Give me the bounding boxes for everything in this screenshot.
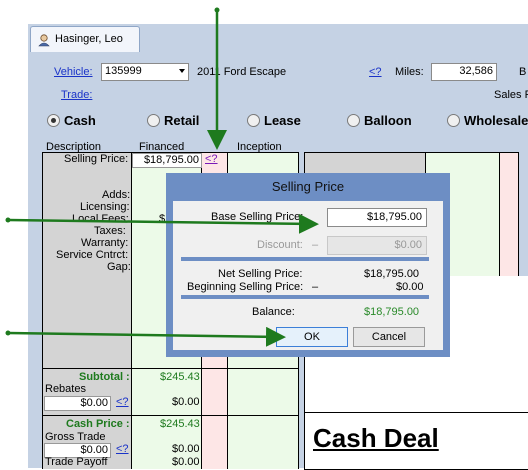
rebates-input[interactable]: $0.00 (44, 396, 111, 411)
vehicle-link[interactable]: Vehicle: (54, 66, 93, 78)
radio-retail[interactable] (147, 114, 160, 127)
rebates-help-link[interactable]: <? (116, 396, 129, 408)
gross-trade-label: Gross Trade (45, 431, 106, 443)
base-selling-price-input[interactable]: $18,795.00 (327, 208, 427, 227)
sales-label: Sales F (494, 89, 528, 101)
dialog-title: Selling Price (271, 179, 345, 194)
selling-price-value: $18,795.00 (143, 154, 199, 166)
taxes-label: Taxes: (94, 225, 126, 237)
radio-retail-label[interactable]: Retail (164, 113, 199, 128)
trade-payoff-label: Trade Payoff (45, 456, 108, 468)
balance-value: $18,795.00 (364, 306, 420, 318)
radio-cash[interactable] (47, 114, 60, 127)
subtotal-value: $245.43 (160, 371, 200, 383)
radio-lease[interactable] (247, 114, 260, 127)
trade-payoff-value: $0.00 (172, 456, 200, 468)
gross-trade-help-link[interactable]: <? (116, 443, 129, 455)
selling-price-dialog: Selling Price Base Selling Price: $18,79… (166, 173, 450, 357)
gross-trade-input-value: $0.00 (80, 444, 108, 456)
miles-label: Miles: (395, 66, 424, 78)
person-icon (38, 34, 50, 47)
cancel-button[interactable]: Cancel (353, 327, 425, 347)
b-label: B (519, 66, 527, 78)
stock-number-select[interactable]: 135999 (101, 63, 189, 81)
selling-price-field[interactable]: $18,795.00 (132, 153, 202, 168)
ok-button[interactable]: OK (276, 327, 348, 347)
dialog-separator-top (181, 257, 429, 261)
miles-input[interactable]: 32,586 (431, 63, 497, 81)
dialog-separator-bottom (181, 295, 429, 299)
chevron-down-icon (179, 69, 185, 73)
discount-value: $0.00 (394, 239, 422, 251)
subtotal-label: Subtotal : (79, 371, 130, 383)
rebates-input-value: $0.00 (80, 397, 108, 409)
warranty-label: Warranty: (81, 237, 129, 249)
beginning-selling-price-label: Beginning Selling Price: (187, 281, 304, 293)
cash-deal-title: Cash Deal (313, 423, 439, 453)
vehicle-help-link[interactable]: <? (369, 66, 382, 78)
cash-price-label: Cash Price : (66, 418, 130, 430)
base-selling-price-value: $18,795.00 (366, 211, 422, 223)
radio-wholesale-label[interactable]: Wholesale (464, 113, 528, 128)
selling-price-help-link[interactable]: <? (205, 153, 218, 165)
radio-cash-label[interactable]: Cash (64, 113, 96, 128)
cash-price-value: $245.43 (160, 418, 200, 430)
selling-price-label: Selling Price: (64, 153, 129, 165)
gap-label: Gap: (107, 261, 131, 273)
tab-label: Hasinger, Leo (55, 33, 123, 45)
radio-balloon-label[interactable]: Balloon (364, 113, 412, 128)
adds-label: Adds: (102, 189, 131, 201)
radio-balloon[interactable] (347, 114, 360, 127)
gross-trade-value: $0.00 (172, 443, 200, 455)
discount-label: Discount: (257, 239, 303, 251)
discount-dash: – (312, 239, 319, 251)
balance-label: Balance: (252, 306, 295, 318)
radio-wholesale[interactable] (447, 114, 460, 127)
stock-number-value: 135999 (105, 65, 142, 77)
net-selling-price-value: $18,795.00 (364, 268, 420, 280)
local-fees-label: Local Fees: (72, 213, 129, 225)
licensing-label: Licensing: (80, 201, 130, 213)
tab-customer[interactable]: Hasinger, Leo (30, 26, 140, 53)
trade-link[interactable]: Trade: (61, 89, 92, 101)
base-selling-price-label: Base Selling Price: (211, 211, 304, 223)
vehicle-description: 2011 Ford Escape (197, 66, 287, 78)
deal-window: Hasinger, Leo Vehicle: 135999 2011 Ford … (0, 0, 528, 470)
miles-value: 32,586 (459, 65, 493, 77)
net-selling-price-label: Net Selling Price: (218, 268, 303, 280)
dialog-body: Base Selling Price: $18,795.00 Discount:… (173, 201, 443, 350)
rebates-label: Rebates (45, 383, 86, 395)
right-pink-box (499, 152, 519, 278)
cashprice-divider (42, 415, 298, 416)
subtotal-divider (42, 368, 298, 369)
beginning-selling-price-dash: – (312, 281, 319, 293)
service-contract-label: Service Cntrct: (56, 249, 129, 261)
local-fees-value: $ (159, 213, 166, 225)
discount-input[interactable]: $0.00 (327, 236, 427, 255)
radio-lease-label[interactable]: Lease (264, 113, 301, 128)
beginning-selling-price-value: $0.00 (396, 281, 424, 293)
rebates-value: $0.00 (172, 396, 200, 408)
